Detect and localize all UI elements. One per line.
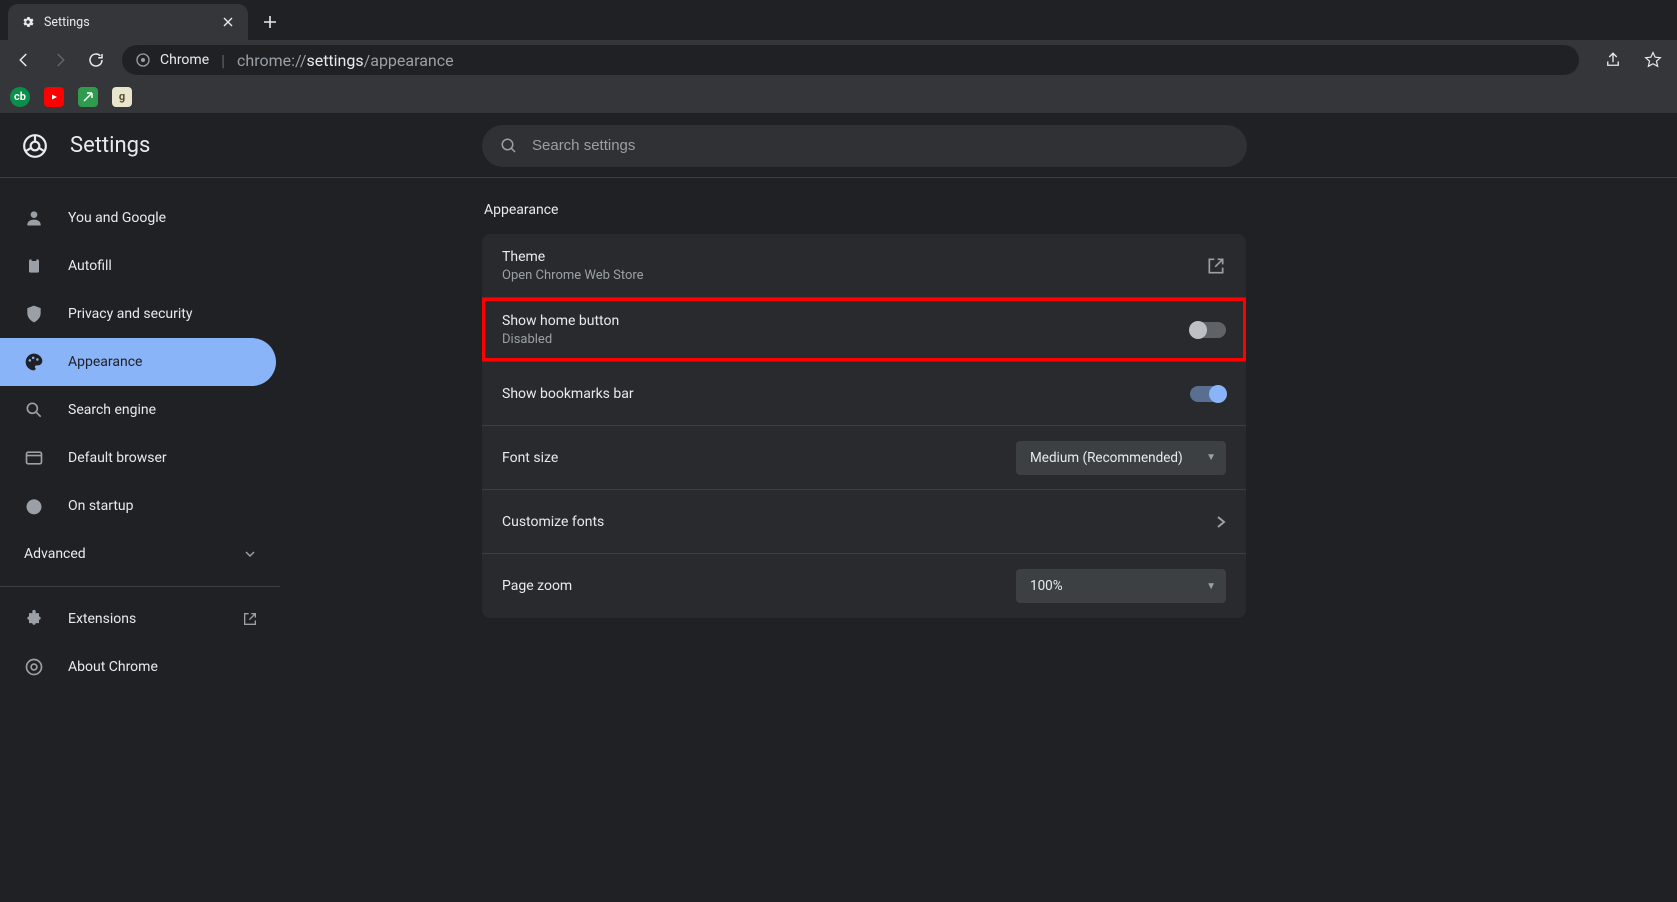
sidebar-item-label: On startup xyxy=(68,498,134,514)
address-bar[interactable]: Chrome | chrome://settings/appearance xyxy=(122,45,1579,75)
row-sublabel: Disabled xyxy=(502,332,1190,347)
settings-main: Appearance Theme Open Chrome Web Store S… xyxy=(280,178,1677,902)
browser-tab[interactable]: Settings xyxy=(8,4,248,40)
sidebar-item-you-and-google[interactable]: You and Google xyxy=(0,194,276,242)
sidebar-item-on-startup[interactable]: On startup xyxy=(0,482,276,530)
power-icon xyxy=(24,496,44,516)
sidebar-item-label: Appearance xyxy=(68,354,142,370)
row-customize-fonts[interactable]: Customize fonts xyxy=(482,490,1246,554)
reload-button[interactable] xyxy=(80,44,112,76)
forward-button[interactable] xyxy=(44,44,76,76)
row-font-size: Font size Medium (Recommended) ▼ xyxy=(482,426,1246,490)
palette-icon xyxy=(24,352,44,372)
row-label: Show home button xyxy=(502,313,1190,329)
settings-header: Settings xyxy=(0,114,1677,178)
chevron-right-icon xyxy=(1216,515,1226,529)
clipboard-icon xyxy=(24,256,44,276)
sidebar-item-label: Search engine xyxy=(68,402,156,418)
sidebar-item-extensions[interactable]: Extensions xyxy=(0,595,276,643)
bookmark-item[interactable] xyxy=(78,87,98,107)
row-label: Font size xyxy=(502,450,1016,466)
url-text: chrome://settings/appearance xyxy=(237,51,454,70)
page-zoom-select[interactable]: 100% ▼ xyxy=(1016,569,1226,603)
sidebar-item-label: Privacy and security xyxy=(68,306,192,322)
row-label: Theme xyxy=(502,249,1206,265)
close-icon[interactable] xyxy=(220,14,236,30)
url-host: Chrome xyxy=(160,52,209,68)
settings-sidebar: You and Google Autofill Privacy and secu… xyxy=(0,178,280,902)
person-icon xyxy=(24,208,44,228)
chevron-down-icon: ▼ xyxy=(1206,452,1216,463)
select-value: Medium (Recommended) xyxy=(1030,450,1183,466)
sidebar-item-autofill[interactable]: Autofill xyxy=(0,242,276,290)
font-size-select[interactable]: Medium (Recommended) ▼ xyxy=(1016,441,1226,475)
chrome-icon xyxy=(24,657,44,677)
section-title: Appearance xyxy=(482,202,1246,218)
share-button[interactable] xyxy=(1597,44,1629,76)
bookmark-star-button[interactable] xyxy=(1637,44,1669,76)
tab-title: Settings xyxy=(44,15,212,30)
browser-icon xyxy=(24,448,44,468)
puzzle-icon xyxy=(24,609,44,629)
advanced-label: Advanced xyxy=(24,546,86,562)
row-page-zoom: Page zoom 100% ▼ xyxy=(482,554,1246,618)
search-settings-input[interactable] xyxy=(482,125,1247,167)
shield-icon xyxy=(24,304,44,324)
new-tab-button[interactable] xyxy=(256,8,284,36)
browser-tab-bar: Settings xyxy=(0,0,1677,40)
chevron-down-icon: ▼ xyxy=(1206,581,1216,592)
bookmarks-bar: cb g xyxy=(0,80,1677,114)
row-show-bookmarks-bar: Show bookmarks bar xyxy=(482,362,1246,426)
sidebar-item-label: About Chrome xyxy=(68,659,158,675)
sidebar-item-label: Autofill xyxy=(68,258,112,274)
external-link-icon xyxy=(1206,256,1226,276)
row-theme[interactable]: Theme Open Chrome Web Store xyxy=(482,234,1246,298)
bookmark-item[interactable] xyxy=(44,87,64,107)
sidebar-item-appearance[interactable]: Appearance xyxy=(0,338,276,386)
row-label: Show bookmarks bar xyxy=(502,386,1190,402)
row-sublabel: Open Chrome Web Store xyxy=(502,268,1206,283)
sidebar-item-label: Default browser xyxy=(68,450,167,466)
search-icon xyxy=(500,137,518,155)
page-title: Settings xyxy=(70,133,150,158)
divider xyxy=(0,586,280,587)
select-value: 100% xyxy=(1030,578,1063,594)
browser-toolbar: Chrome | chrome://settings/appearance xyxy=(0,40,1677,80)
sidebar-advanced-toggle[interactable]: Advanced xyxy=(0,530,280,578)
sidebar-item-default-browser[interactable]: Default browser xyxy=(0,434,276,482)
row-show-home-button: Show home button Disabled xyxy=(482,298,1246,362)
search-icon xyxy=(24,400,44,420)
search-input-field[interactable] xyxy=(532,137,1229,154)
chrome-logo-icon xyxy=(22,133,48,159)
url-separator: | xyxy=(221,51,225,70)
back-button[interactable] xyxy=(8,44,40,76)
external-link-icon xyxy=(242,611,258,627)
row-label: Customize fonts xyxy=(502,514,1216,530)
chevron-down-icon xyxy=(244,548,256,560)
sidebar-item-about[interactable]: About Chrome xyxy=(0,643,276,691)
sidebar-item-label: You and Google xyxy=(68,210,166,226)
appearance-card: Theme Open Chrome Web Store Show home bu… xyxy=(482,234,1246,618)
gear-icon xyxy=(20,14,36,30)
sidebar-item-label: Extensions xyxy=(68,611,136,627)
sidebar-item-search-engine[interactable]: Search engine xyxy=(0,386,276,434)
site-info-icon[interactable] xyxy=(134,51,152,69)
home-button-toggle[interactable] xyxy=(1190,322,1226,338)
bookmarks-bar-toggle[interactable] xyxy=(1190,386,1226,402)
sidebar-item-privacy[interactable]: Privacy and security xyxy=(0,290,276,338)
bookmark-item[interactable]: g xyxy=(112,87,132,107)
row-label: Page zoom xyxy=(502,578,1016,594)
bookmark-item[interactable]: cb xyxy=(10,87,30,107)
